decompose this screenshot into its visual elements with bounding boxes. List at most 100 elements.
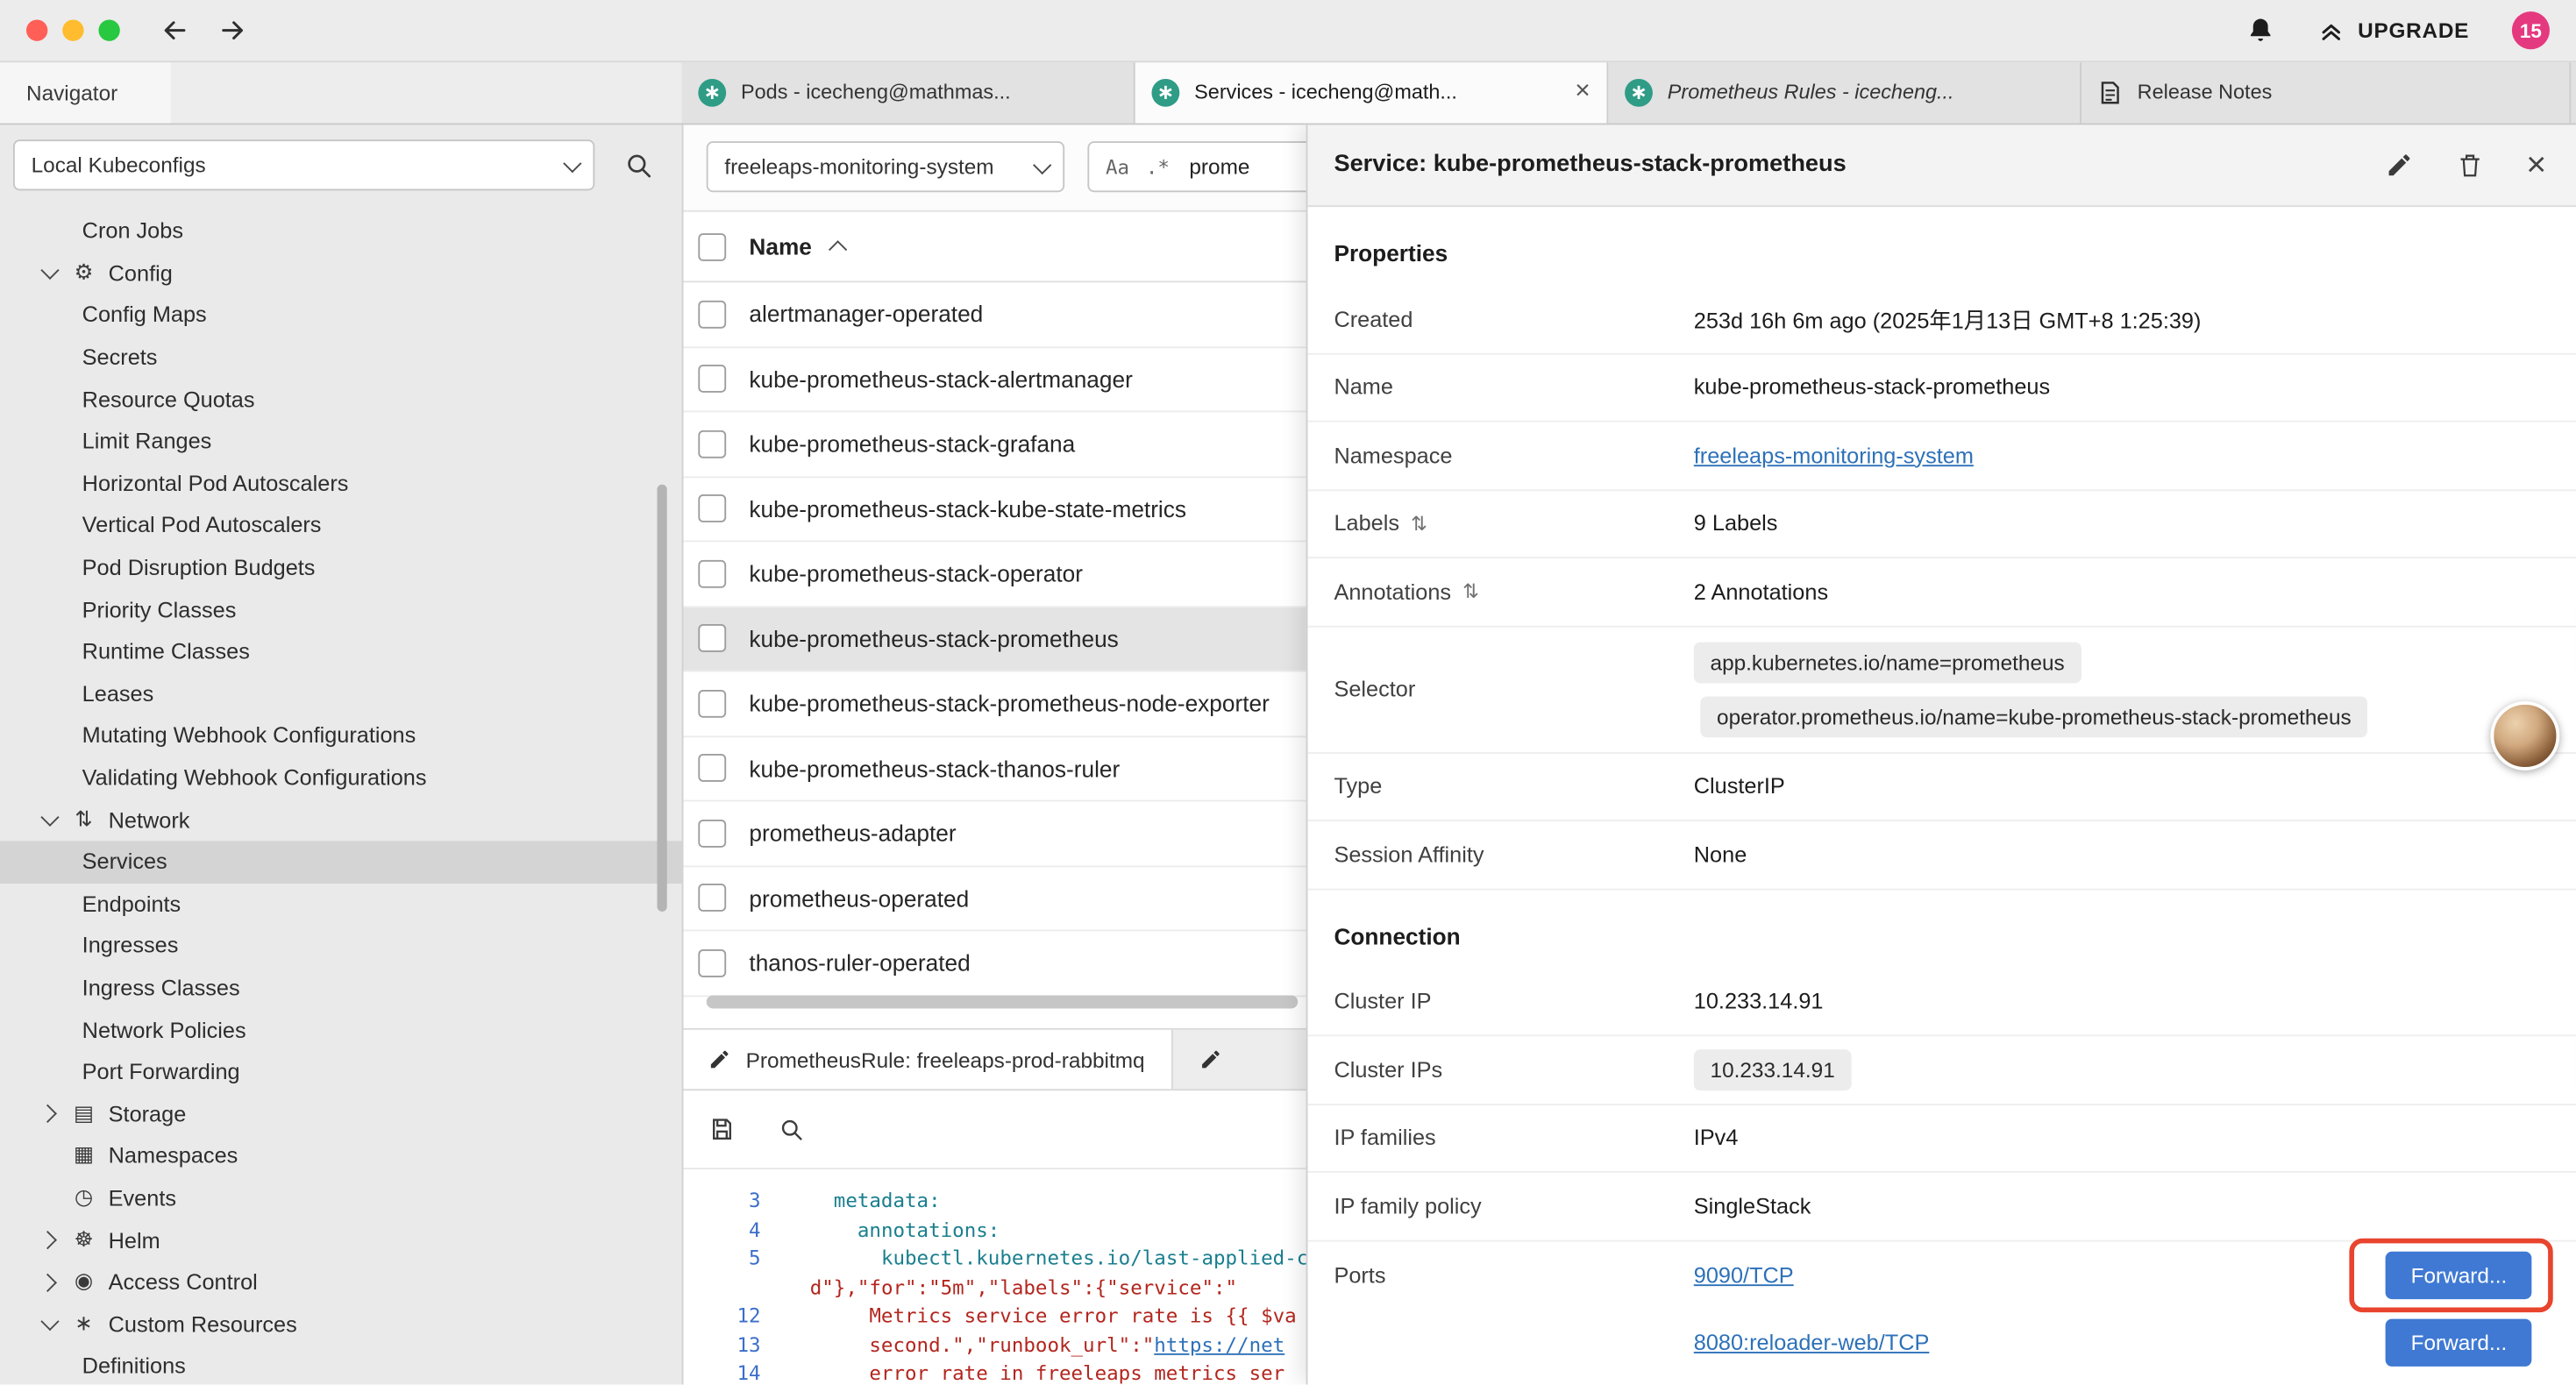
properties-section-title: Properties	[1307, 207, 2575, 286]
sidebar-item-horizontal-pod-autoscalers[interactable]: Horizontal Pod Autoscalers	[0, 463, 682, 505]
save-button[interactable]	[708, 1115, 737, 1143]
upgrade-button[interactable]: UPGRADE	[2318, 18, 2469, 44]
detail-label: Name	[1334, 375, 1693, 400]
chevron-right-icon[interactable]	[36, 1107, 59, 1120]
sidebar-item-priority-classes[interactable]: Priority Classes	[0, 588, 682, 630]
notification-count-badge[interactable]: 15	[2512, 11, 2550, 49]
tab-release-notes[interactable]: Release Notes	[2081, 60, 2571, 123]
port-link[interactable]: 8080:reloader-web/TCP	[1694, 1330, 1930, 1354]
forward-button[interactable]	[217, 15, 248, 46]
namespace-selector[interactable]: freeleaps-monitoring-system	[707, 141, 1064, 192]
service-name: thanos-ruler-operated	[749, 949, 970, 976]
edit-button[interactable]	[2385, 150, 2413, 178]
sidebar-item-secrets[interactable]: Secrets	[0, 337, 682, 379]
annotations-count[interactable]: 2 Annotations	[1694, 579, 1828, 604]
tab-prometheus-rules[interactable]: ∗ Prometheus Rules - icecheng...	[1608, 60, 2081, 123]
sidebar-item-ingress-classes[interactable]: Ingress Classes	[0, 967, 682, 1009]
close-window-button[interactable]	[26, 19, 47, 40]
sidebar-scrollbar[interactable]	[657, 485, 666, 912]
sidebar-item-config[interactable]: ⚙Config	[0, 252, 682, 295]
chevron-right-icon[interactable]	[36, 1233, 59, 1246]
match-case-toggle[interactable]: Aa	[1106, 155, 1129, 178]
row-checkbox[interactable]	[698, 949, 726, 977]
sidebar-item-events[interactable]: ◷Events	[0, 1177, 682, 1219]
sidebar-item-resource-quotas[interactable]: Resource Quotas	[0, 379, 682, 421]
tab-bar: Navigator ∗ Pods - icecheng@mathmas... ∗…	[0, 60, 2576, 124]
row-checkbox[interactable]	[698, 365, 726, 393]
chevron-down-icon[interactable]	[36, 266, 59, 280]
sidebar-item-network-policies[interactable]: Network Policies	[0, 1009, 682, 1051]
sidebar-item-custom-resources[interactable]: ∗Custom Resources	[0, 1303, 682, 1346]
row-checkbox[interactable]	[698, 754, 726, 782]
expand-collapse-icon[interactable]: ⇅	[1411, 512, 1427, 535]
search-icon	[779, 1117, 803, 1141]
editor-search-button[interactable]	[779, 1117, 803, 1141]
sidebar-item-namespaces[interactable]: ▦Namespaces	[0, 1135, 682, 1177]
sidebar-item-access-control[interactable]: ◉Access Control	[0, 1261, 682, 1303]
sidebar-item-label: Helm	[109, 1228, 160, 1253]
row-checkbox[interactable]	[698, 300, 726, 328]
sidebar-item-ingresses[interactable]: Ingresses	[0, 925, 682, 967]
namespace-link[interactable]: freeleaps-monitoring-system	[1694, 443, 1974, 467]
close-tab-icon[interactable]: ×	[1565, 79, 1590, 105]
select-all-checkbox[interactable]	[698, 232, 726, 260]
sidebar-item-network[interactable]: ⇅Network	[0, 799, 682, 841]
sidebar-item-leases[interactable]: Leases	[0, 672, 682, 714]
tab-pods[interactable]: ∗ Pods - icecheng@mathmas...	[682, 60, 1135, 123]
detail-row-annotations: Annotations⇅ 2 Annotations	[1307, 558, 2575, 627]
forward-button[interactable]: Forward...	[2387, 1251, 2532, 1298]
custom-resources-icon: ∗	[69, 1312, 99, 1337]
sidebar-item-port-forwarding[interactable]: Port Forwarding	[0, 1051, 682, 1093]
sidebar-item-cron-jobs[interactable]: Cron Jobs	[0, 210, 682, 252]
navigator-sidebar: Local Kubeconfigs Cron Jobs ⚙Config Conf…	[0, 124, 683, 1385]
forward-button[interactable]: Forward...	[2387, 1318, 2532, 1366]
pencil-icon	[708, 1048, 731, 1070]
sidebar-item-config-maps[interactable]: Config Maps	[0, 295, 682, 337]
detail-row-selector: Selector app.kubernetes.io/name=promethe…	[1307, 627, 2575, 753]
horizontal-scrollbar[interactable]	[707, 995, 1299, 1008]
save-floppy-icon	[708, 1115, 737, 1143]
back-button[interactable]	[160, 15, 191, 46]
sidebar-item-mutating-webhook-configurations[interactable]: Mutating Webhook Configurations	[0, 714, 682, 756]
sidebar-item-limit-ranges[interactable]: Limit Ranges	[0, 421, 682, 463]
back-arrow-icon	[160, 15, 191, 46]
sidebar-item-vertical-pod-autoscalers[interactable]: Vertical Pod Autoscalers	[0, 505, 682, 547]
chevron-down-icon[interactable]	[36, 1318, 59, 1331]
notifications-bell-button[interactable]	[2246, 16, 2276, 46]
row-checkbox[interactable]	[698, 884, 726, 913]
row-checkbox[interactable]	[698, 494, 726, 522]
expand-collapse-icon[interactable]: ⇅	[1462, 580, 1479, 603]
sidebar-item-runtime-classes[interactable]: Runtime Classes	[0, 630, 682, 672]
minimize-window-button[interactable]	[62, 19, 83, 40]
name-column-header[interactable]: Name	[749, 233, 811, 259]
sidebar-item-validating-webhook-configurations[interactable]: Validating Webhook Configurations	[0, 756, 682, 799]
close-drawer-icon[interactable]: ×	[2526, 147, 2546, 181]
tab-services[interactable]: ∗ Services - icecheng@math... ×	[1135, 60, 1609, 123]
sidebar-item-services[interactable]: Services	[0, 841, 682, 883]
delete-button[interactable]	[2456, 150, 2484, 178]
chevron-down-icon[interactable]	[36, 813, 59, 827]
labels-count[interactable]: 9 Labels	[1694, 511, 1778, 536]
sidebar-item-helm[interactable]: ☸Helm	[0, 1219, 682, 1261]
row-checkbox[interactable]	[698, 430, 726, 458]
sidebar-item-label: Ingresses	[82, 934, 179, 958]
sidebar-item-pod-disruption-budgets[interactable]: Pod Disruption Budgets	[0, 546, 682, 588]
detail-label: Session Affinity	[1334, 842, 1693, 867]
sidebar-item-storage[interactable]: ▤Storage	[0, 1093, 682, 1135]
dock-tab-prometheusrule[interactable]: PrometheusRule: freeleaps-prod-rabbitmq	[682, 1030, 1173, 1089]
chevron-right-icon[interactable]	[36, 1275, 59, 1289]
row-checkbox[interactable]	[698, 689, 726, 717]
regex-toggle[interactable]: .*	[1146, 155, 1170, 178]
maximize-window-button[interactable]	[98, 19, 119, 40]
row-checkbox[interactable]	[698, 820, 726, 848]
presenter-avatar[interactable]	[2491, 701, 2560, 771]
sidebar-item-definitions[interactable]: Definitions	[0, 1346, 682, 1385]
cluster-ip-badge: 10.233.14.91	[1694, 1049, 1852, 1090]
port-link[interactable]: 9090/TCP	[1694, 1262, 1794, 1287]
row-checkbox[interactable]	[698, 559, 726, 587]
row-checkbox[interactable]	[698, 624, 726, 652]
kubeconfig-selector[interactable]: Local Kubeconfigs	[13, 139, 594, 190]
sidebar-search-button[interactable]	[624, 151, 652, 179]
tab-argo[interactable]: ∗ Argo Se	[2571, 60, 2576, 123]
sidebar-item-endpoints[interactable]: Endpoints	[0, 883, 682, 925]
